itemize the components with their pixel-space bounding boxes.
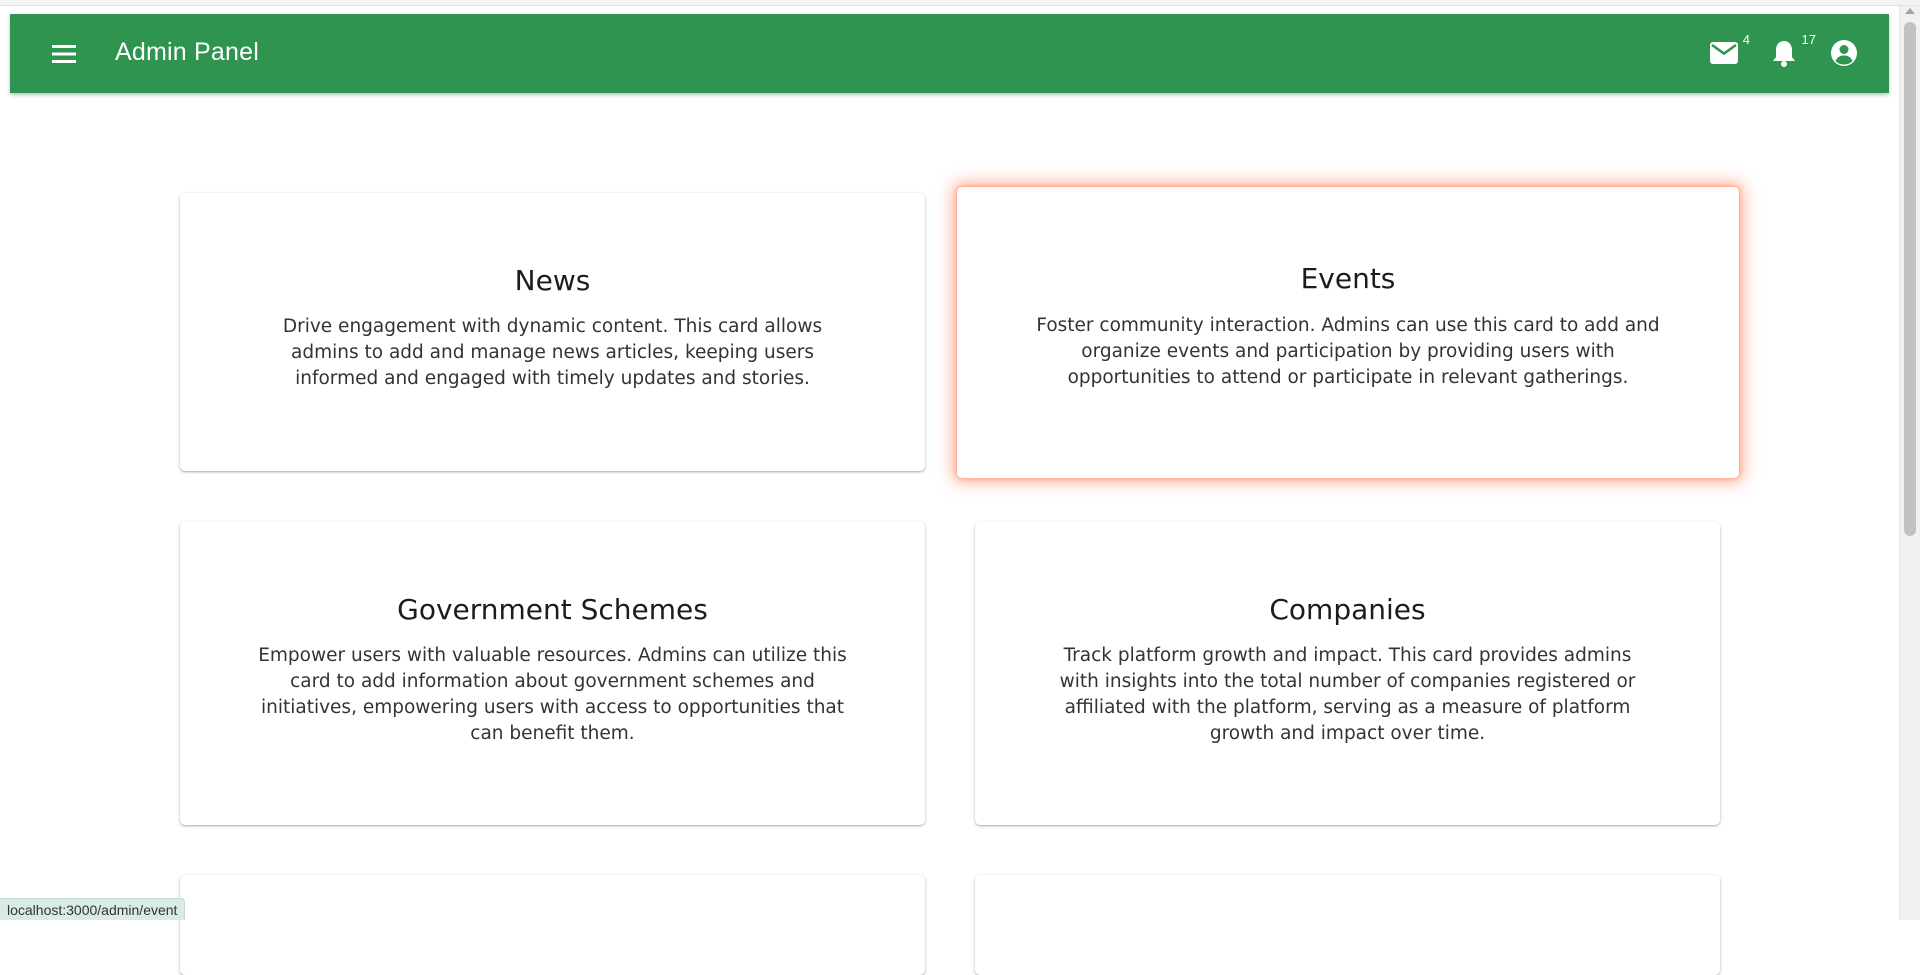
link-status-url: localhost:3000/admin/event (0, 898, 186, 920)
card-title: Events (1300, 262, 1396, 295)
notifications-badge: 17 (1801, 32, 1816, 47)
card-description: Track platform growth and impact. This c… (1059, 645, 1636, 744)
browser-top-edge (0, 0, 1920, 6)
companies-card[interactable]: Companies Track platform growth and impa… (975, 522, 1720, 825)
mail-button[interactable]: 4 (1704, 32, 1750, 70)
bell-icon (1773, 41, 1795, 67)
app-bar: Admin Panel 4 17 (10, 14, 1889, 93)
card-description: Foster community interaction. Admins can… (1036, 315, 1660, 388)
government-schemes-card[interactable]: Government Schemes Empower users with va… (180, 522, 925, 825)
next-card-right[interactable] (975, 875, 1720, 975)
next-card-left[interactable] (180, 875, 925, 975)
events-card[interactable]: Events Foster community interaction. Adm… (957, 187, 1739, 478)
scroll-up-arrow-icon[interactable] (1905, 8, 1915, 14)
card-title: Companies (1269, 593, 1426, 626)
notifications-button[interactable]: 17 (1764, 32, 1816, 70)
card-description: Drive engagement with dynamic content. T… (282, 316, 823, 389)
card-description: Empower users with valuable resources. A… (258, 645, 847, 744)
mail-icon (1710, 42, 1738, 64)
account-circle-icon (1831, 40, 1857, 66)
news-card[interactable]: News Drive engagement with dynamic conte… (180, 193, 925, 471)
app-title: Admin Panel (115, 38, 259, 66)
card-title: Government Schemes (397, 593, 708, 626)
scrollbar-thumb[interactable] (1904, 22, 1916, 536)
menu-button[interactable] (40, 40, 88, 68)
card-title: News (514, 264, 591, 297)
hamburger-menu-icon (52, 45, 76, 63)
account-button[interactable] (1824, 36, 1864, 70)
mail-badge: 4 (1742, 32, 1750, 47)
